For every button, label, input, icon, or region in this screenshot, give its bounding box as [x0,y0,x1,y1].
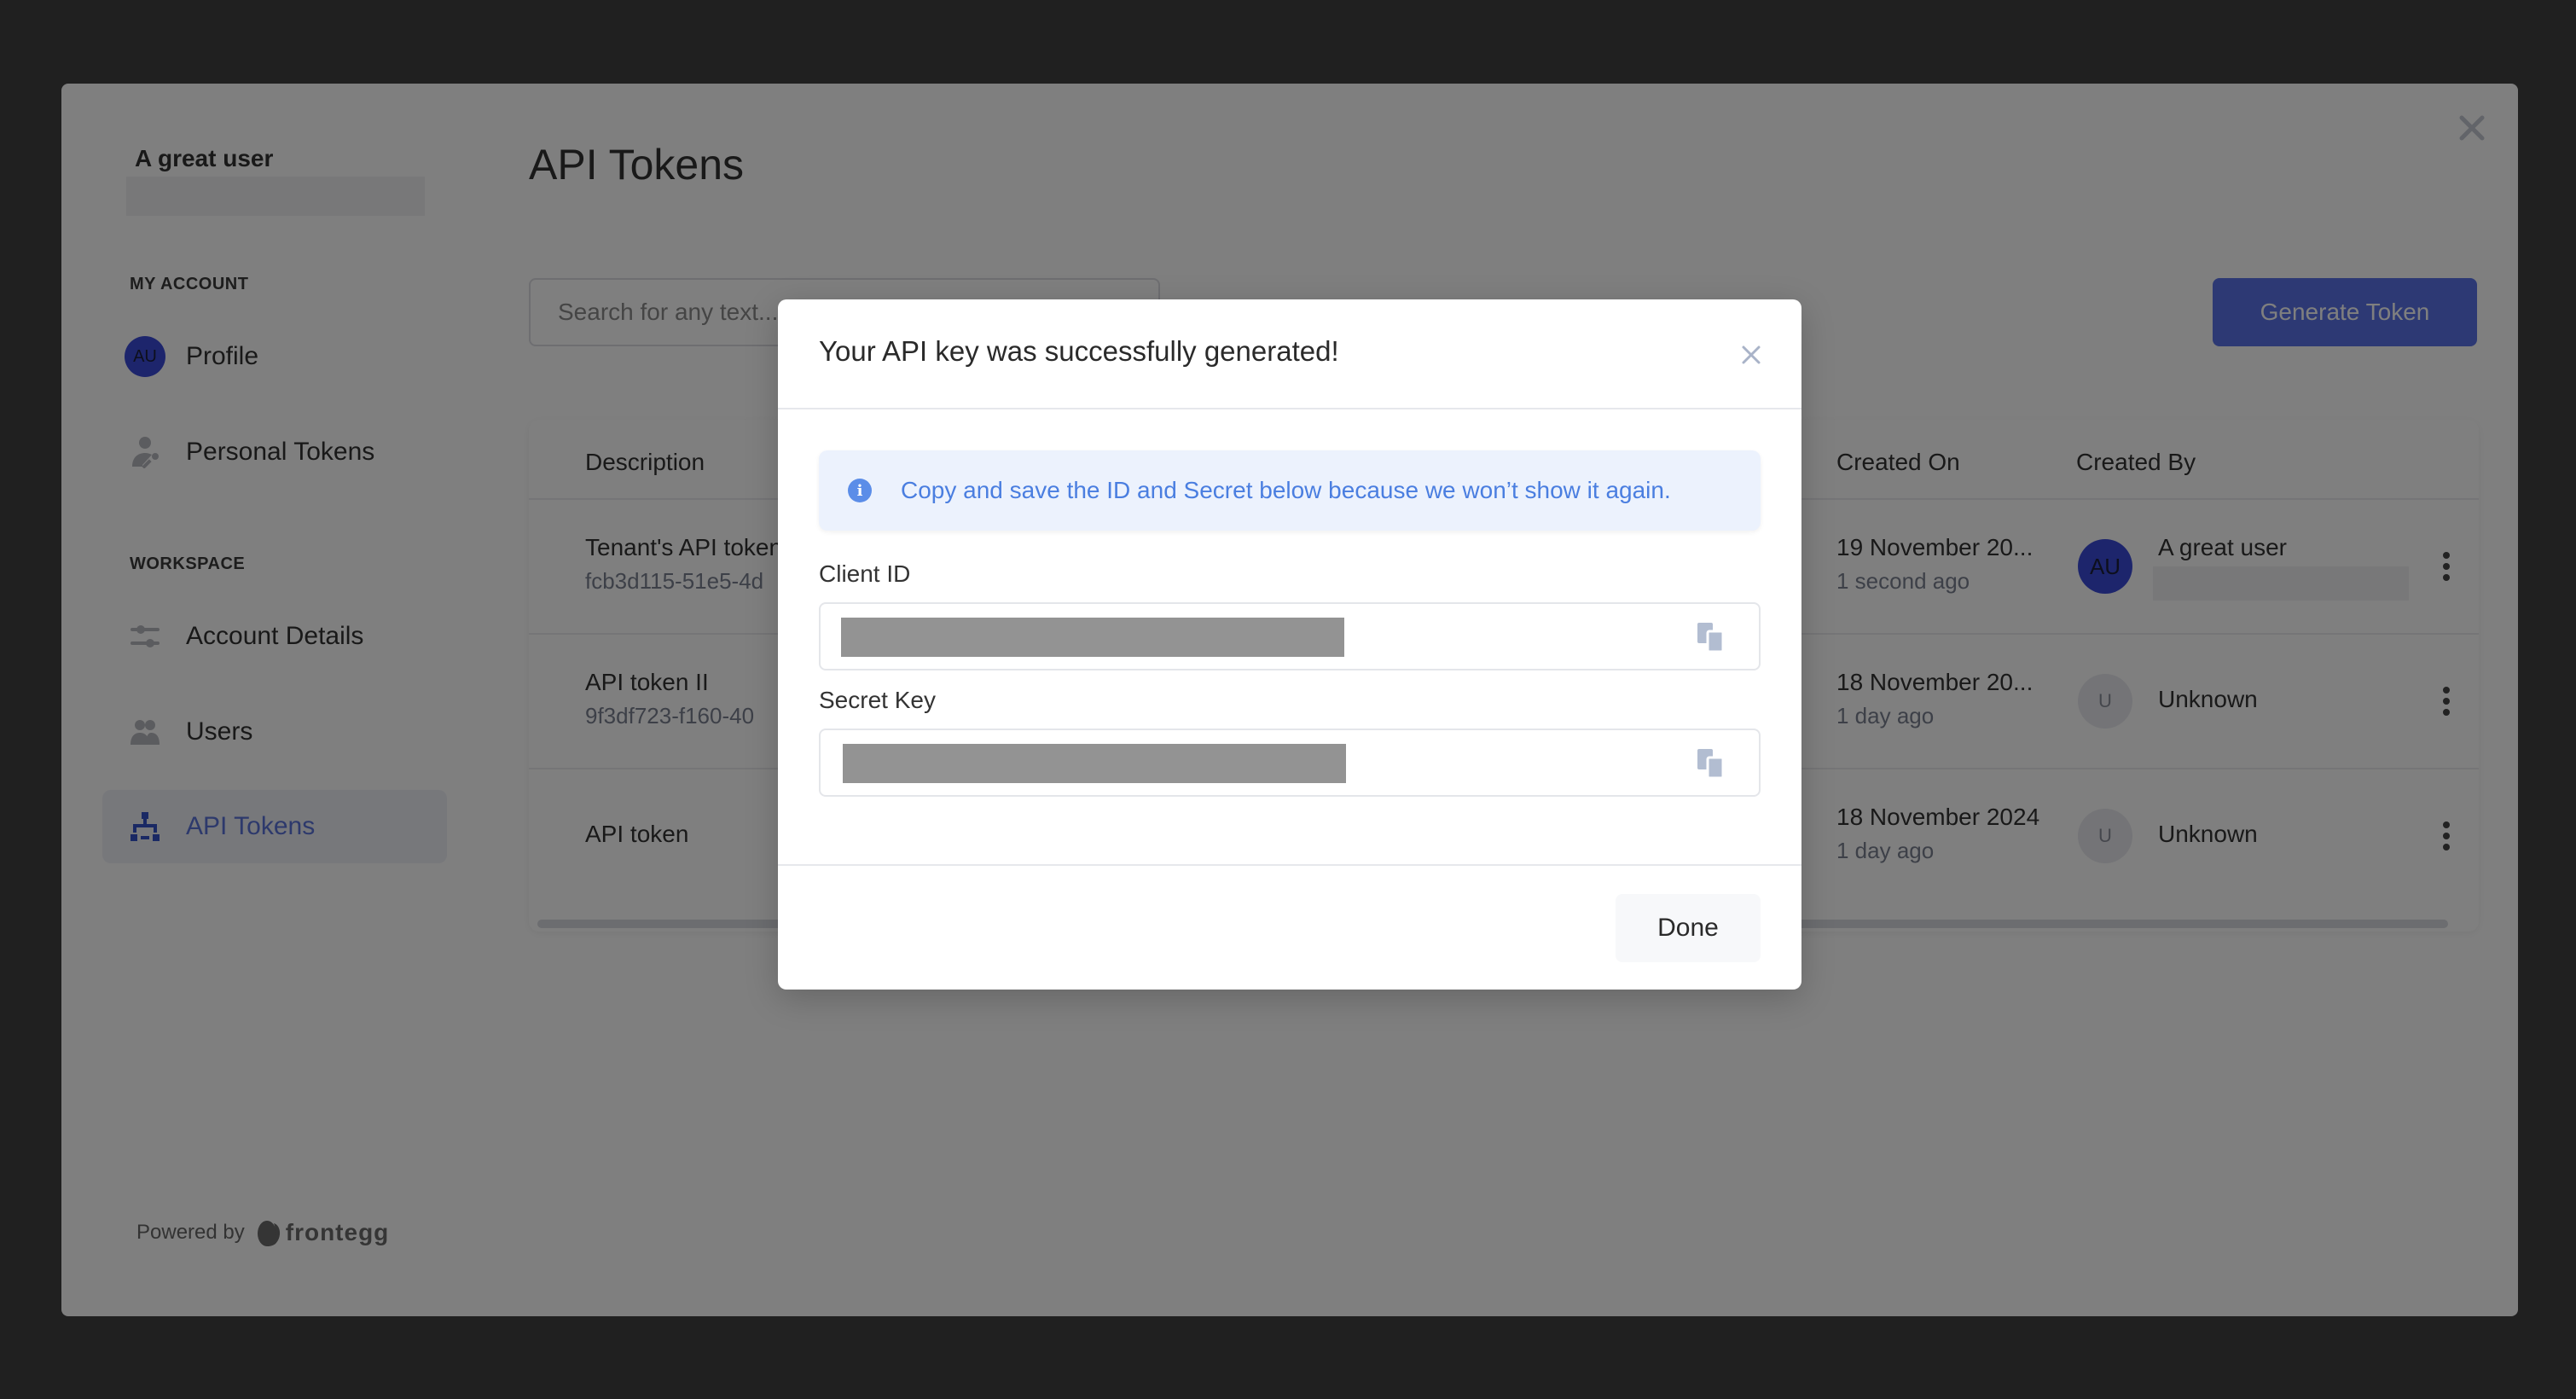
hierarchy-icon [125,806,165,847]
sidebar-item-account-details[interactable]: Account Details [102,600,447,673]
info-icon: i [848,479,872,502]
generate-token-button[interactable]: Generate Token [2213,278,2477,346]
copy-icon [1697,623,1725,653]
column-header-created-on[interactable]: Created On [1836,449,1960,476]
copy-icon [1697,749,1725,780]
token-client-id: fcb3d115-51e5-4d [585,568,764,594]
created-on-date: 18 November 20... [1836,669,2034,695]
page-title: API Tokens [529,141,745,189]
client-id-field[interactable] [819,602,1761,670]
sidebar-item-label: Profile [186,342,259,370]
creator-email-redacted [2153,566,2409,601]
search-placeholder: Search for any text... [558,299,779,325]
created-on-date: 18 November 2024 [1836,804,2040,830]
creator-name: Unknown [2158,686,2258,712]
client-id-label: Client ID [819,560,911,587]
info-text: Copy and save the ID and Secret below be… [901,477,1671,503]
row-menu-button[interactable] [2436,546,2457,587]
column-header-description[interactable]: Description [585,449,705,476]
sidebar-item-label: Users [186,717,253,746]
creator-avatar: AU [2078,539,2132,594]
created-on-relative: 1 second ago [1836,568,1970,594]
secret-key-field[interactable] [819,729,1761,797]
users-icon [125,711,165,752]
client-id-value-redacted [841,618,1344,657]
sidebar-item-label: API Tokens [186,812,316,840]
panel-close-button[interactable] [2457,113,2487,143]
powered-by-label: Powered by [136,1221,245,1244]
section-workspace: WORKSPACE [130,554,246,573]
close-icon [2459,115,2485,141]
column-header-created-by[interactable]: Created By [2076,449,2196,476]
egg-icon [257,1221,280,1246]
copy-secret-key-button[interactable] [1697,749,1725,780]
sliders-icon [125,616,165,657]
user-key-icon [125,432,165,473]
token-description: Tenant's API token [585,534,783,560]
user-email-redacted [126,177,425,216]
frontegg-logo: frontegg [257,1218,390,1247]
secret-key-value-redacted [843,744,1346,783]
token-description: API token [585,821,689,847]
row-menu-button[interactable] [2436,816,2457,856]
copy-client-id-button[interactable] [1697,623,1725,653]
sidebar-item-profile[interactable]: AU Profile [102,320,447,393]
row-menu-button[interactable] [2436,681,2457,722]
dialog-title: Your API key was successfully generated! [819,335,1339,367]
profile-avatar-icon: AU [125,336,165,377]
created-on-relative: 1 day ago [1836,703,1935,729]
created-on-relative: 1 day ago [1836,838,1935,863]
created-on-date: 19 November 20... [1836,534,2034,560]
token-description: API token II [585,669,709,695]
dialog-close-button[interactable] [1740,344,1762,366]
divider [778,408,1801,409]
token-client-id: 9f3df723-f160-40 [585,703,755,729]
creator-name: A great user [2158,534,2287,560]
creator-avatar: U [2078,809,2132,863]
secret-key-label: Secret Key [819,687,936,713]
section-my-account: MY ACCOUNT [130,275,249,293]
sidebar-item-label: Personal Tokens [186,438,375,466]
divider [778,864,1801,866]
user-name: A great user [135,145,274,171]
close-icon [1742,345,1761,364]
powered-by: Powered by frontegg [136,1218,389,1247]
sidebar-item-users[interactable]: Users [102,695,447,769]
sidebar-item-api-tokens[interactable]: API Tokens [102,790,447,863]
creator-avatar: U [2078,674,2132,729]
creator-name: Unknown [2158,821,2258,847]
api-key-generated-dialog: Your API key was successfully generated!… [778,299,1801,990]
sidebar-item-personal-tokens[interactable]: Personal Tokens [102,415,447,489]
sidebar-item-label: Account Details [186,622,364,650]
done-button[interactable]: Done [1616,894,1761,962]
info-banner: i Copy and save the ID and Secret below … [819,450,1761,531]
